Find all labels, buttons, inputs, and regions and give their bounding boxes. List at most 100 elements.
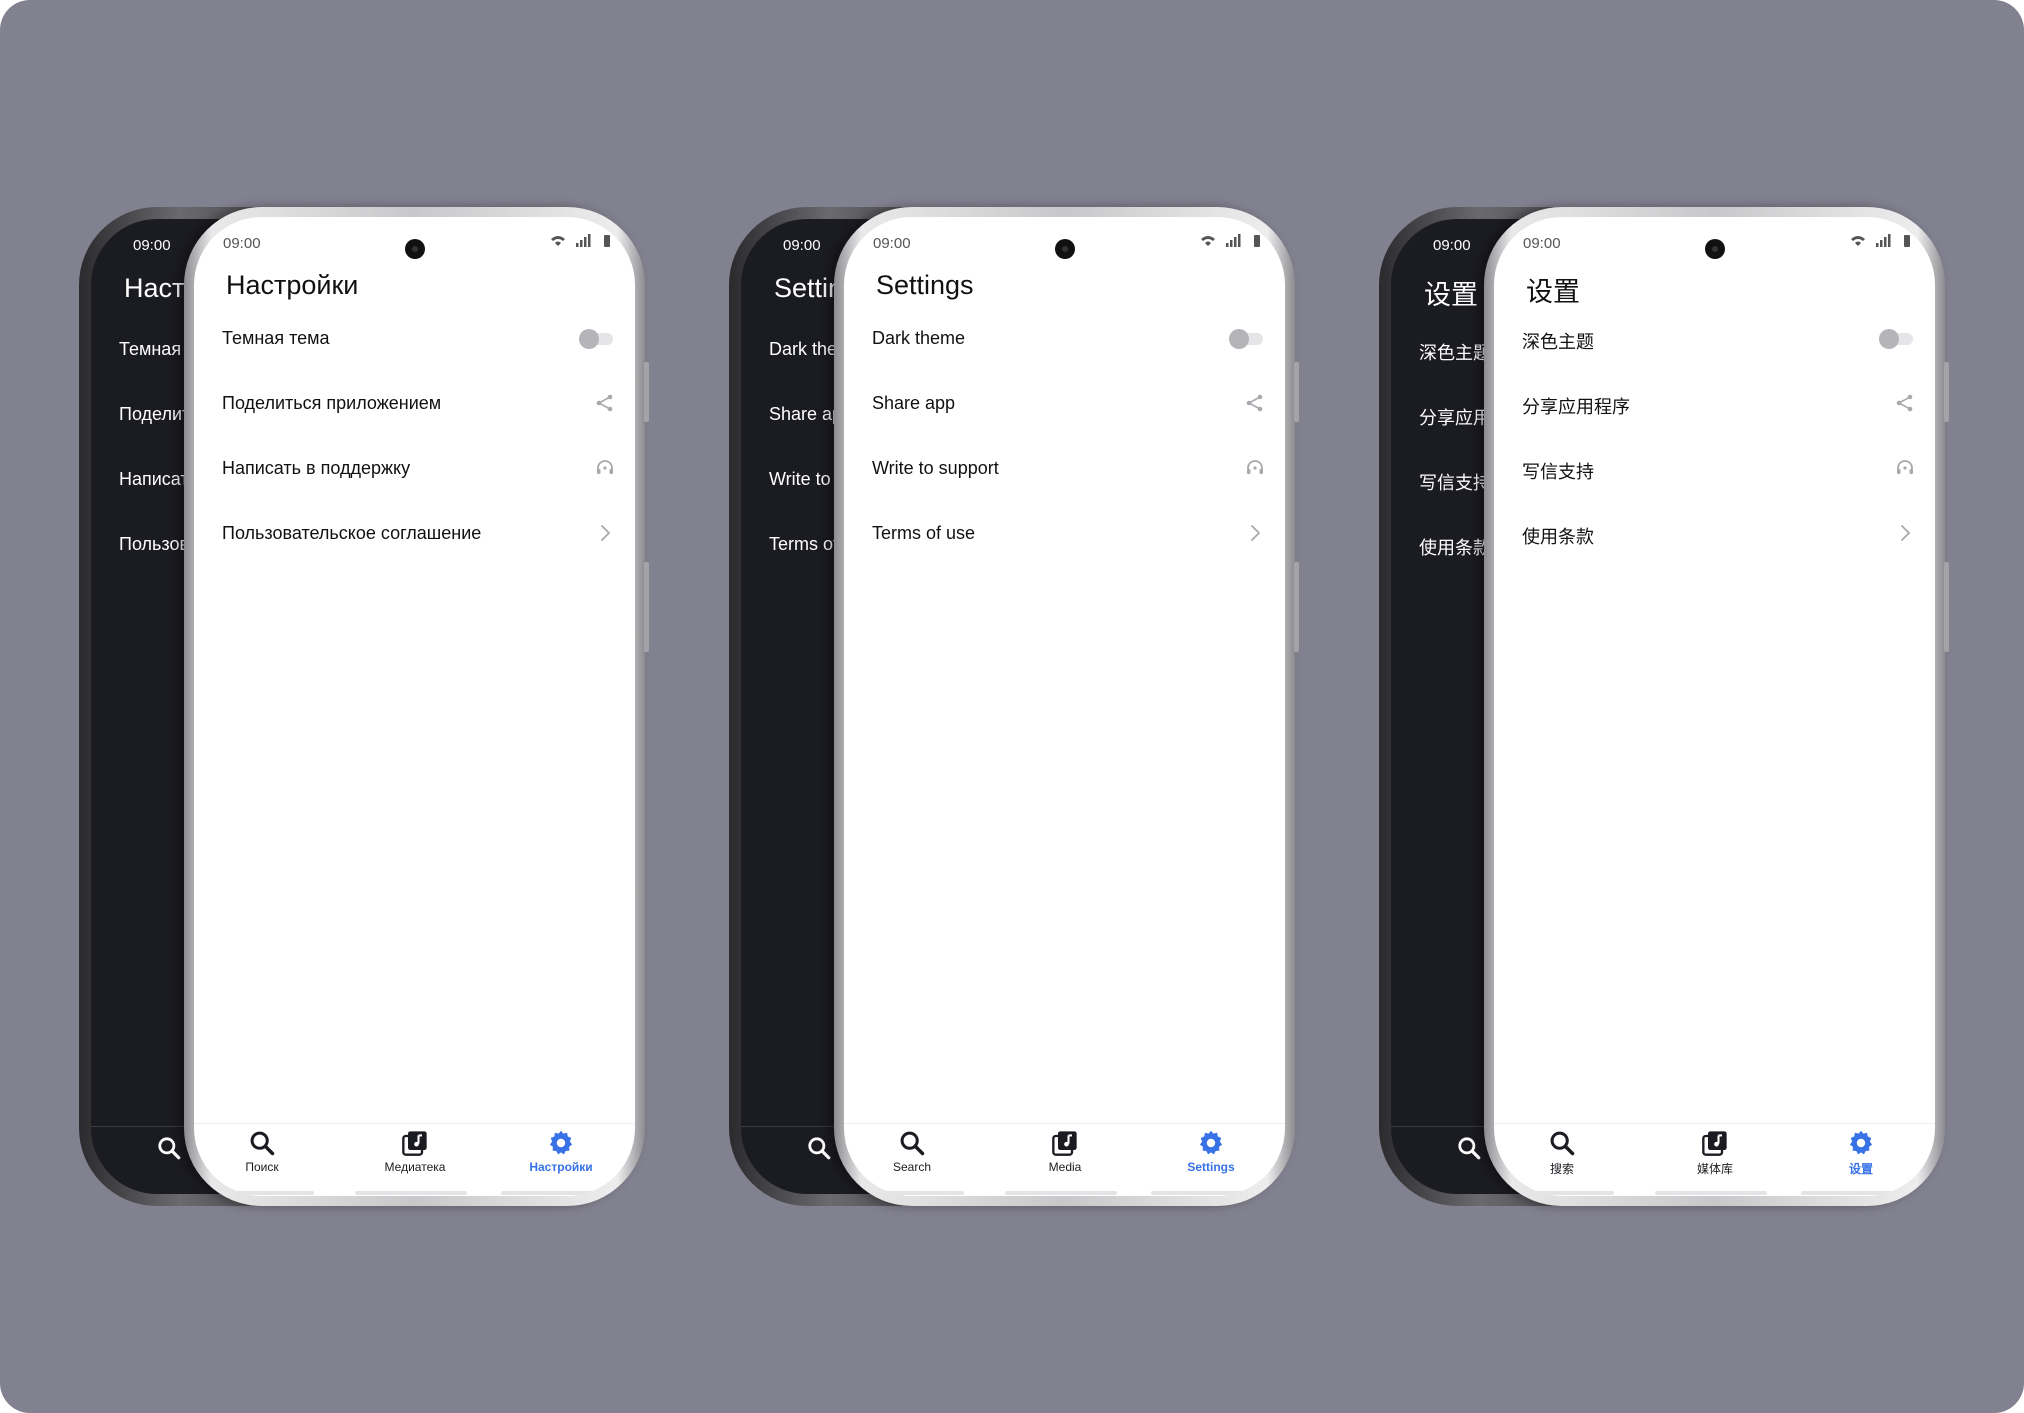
wifi-icon [1201,236,1215,246]
light-screen: 09:00 Настройки Темная тема Поделиться п… [194,217,635,1196]
settings-row-share-app[interactable]: 分享应用程序 [1494,379,1935,427]
nav-divider [1494,1123,1935,1124]
volume-button [644,362,649,422]
gesture-bar [1801,1191,1913,1195]
gesture-bar [355,1191,467,1195]
dark-theme-label: Dark theme [872,328,966,348]
settings-row-write-support[interactable]: Write to support [844,444,1285,492]
page-title: 设置 [1424,280,1478,310]
front-camera [1055,239,1075,259]
support-icon [1897,460,1913,474]
phone-group-zh: 09:00 设置 深色主题 分享应用 写信支持 使用条款 搜索 09:00 设置… [1379,207,1949,1206]
search-icon [900,1131,925,1156]
terms-label: 使用条款 [1522,527,1594,547]
write-support-label: Написать в поддержку [222,458,411,478]
nav-settings[interactable]: Настройки [501,1129,621,1174]
settings-row-share-app[interactable]: Поделиться приложением [194,379,635,427]
nav-settings-label: 设置 [1848,1162,1873,1176]
share-app-label: Share app [872,393,956,413]
search-icon [808,1137,831,1160]
nav-media-label: Media [1048,1160,1082,1174]
battery-icon [1254,235,1260,247]
settings-row-terms[interactable]: Пользовательское соглашение [194,509,635,557]
power-button [644,562,649,652]
status-time: 09:00 [133,237,171,254]
gesture-bar [1655,1191,1767,1195]
battery-icon [1904,235,1910,247]
gesture-bar [1005,1191,1117,1195]
light-screen: 09:00 Settings Dark theme Share app Writ… [844,217,1285,1196]
search-icon [1458,1137,1481,1160]
status-time: 09:00 [873,235,911,252]
status-bar: 09:00 [844,217,1285,259]
write-support-label: Write to support [872,458,999,478]
phone-group-en: 09:00 Settin Dark ther Share app Write t… [729,207,1299,1206]
media-library-icon [1702,1131,1727,1156]
nav-search-label: Поиск [152,1163,186,1177]
gesture-bar [202,1191,314,1195]
light-screen: 09:00 设置 深色主题 分享应用程序 写信支持 使用条款 搜索 媒体库 设置 [1494,217,1935,1196]
dark-theme-toggle[interactable] [1879,329,1913,349]
nav-media[interactable]: 媒体库 [1655,1129,1775,1177]
nav-search-label: Search [799,1163,839,1177]
media-library-icon [402,1131,427,1156]
dark-theme-toggle[interactable] [579,329,613,349]
support-icon [597,460,613,474]
status-icons [1201,234,1260,247]
settings-row-write-support[interactable]: Написать в поддержку [194,444,635,492]
volume-button [1944,362,1949,422]
front-camera [1705,239,1725,259]
nav-search-label: Поиск [245,1160,279,1174]
search-icon [158,1137,181,1160]
share-icon [1246,394,1263,412]
page-title: Настройки [226,270,359,300]
status-time: 09:00 [783,237,821,254]
page-title: 设置 [1526,277,1580,307]
share-icon [596,394,613,412]
chevron-right-icon [1251,525,1260,541]
settings-row-terms[interactable]: 使用条款 [1494,509,1935,557]
nav-search-label: 搜索 [1549,1162,1574,1176]
settings-row-dark-theme[interactable]: Темная тема [194,314,635,362]
nav-settings-label: Settings [1187,1160,1235,1174]
status-time: 09:00 [1523,235,1561,252]
settings-row-share-app[interactable]: Share app [844,379,1285,427]
settings-row-dark-theme[interactable]: 深色主题 [1494,314,1935,362]
wifi-icon [1851,236,1865,246]
nav-search[interactable]: Поиск [202,1129,322,1174]
page-title: Settin [774,273,844,303]
volume-button [1294,362,1299,422]
presentation-canvas: 09:00 Настр Темная те Поделит Написать П… [0,0,2024,1413]
settings-row-terms[interactable]: Terms of use [844,509,1285,557]
battery-icon [604,235,610,247]
settings-row-dark-theme[interactable]: Dark theme [844,314,1285,362]
status-time: 09:00 [1433,237,1471,254]
settings-gear-icon [549,1130,573,1155]
light-phone-en: 09:00 Settings Dark theme Share app Writ… [834,207,1299,1206]
nav-media[interactable]: Медиатека [355,1129,475,1174]
nav-search-label: Search [892,1160,932,1174]
nav-search[interactable]: 搜索 [1502,1129,1622,1177]
wifi-icon [551,236,565,246]
status-bar: 09:00 [194,217,635,259]
chevron-right-icon [1901,525,1910,541]
search-icon [250,1131,275,1156]
dark-theme-label: Темная тема [222,328,330,348]
settings-row-write-support[interactable]: 写信支持 [1494,444,1935,492]
status-icons [551,234,610,247]
gesture-bar [501,1191,613,1195]
gesture-bar [1502,1191,1614,1195]
nav-settings[interactable]: 设置 [1801,1129,1921,1177]
write-support-label: 写信支持 [1522,462,1594,482]
power-button [1294,562,1299,652]
gesture-bar [1151,1191,1263,1195]
phone-group-ru: 09:00 Настр Темная те Поделит Написать П… [79,207,649,1206]
nav-search[interactable]: Search [852,1129,972,1174]
dark-theme-toggle[interactable] [1229,329,1263,349]
nav-media[interactable]: Media [1005,1129,1125,1174]
nav-settings[interactable]: Settings [1151,1129,1271,1174]
bottom-nav: Поиск Медиатека Настройки [194,1129,635,1179]
share-app-label: 分享应用程序 [1522,397,1630,417]
nav-divider [194,1123,635,1124]
front-camera [405,239,425,259]
